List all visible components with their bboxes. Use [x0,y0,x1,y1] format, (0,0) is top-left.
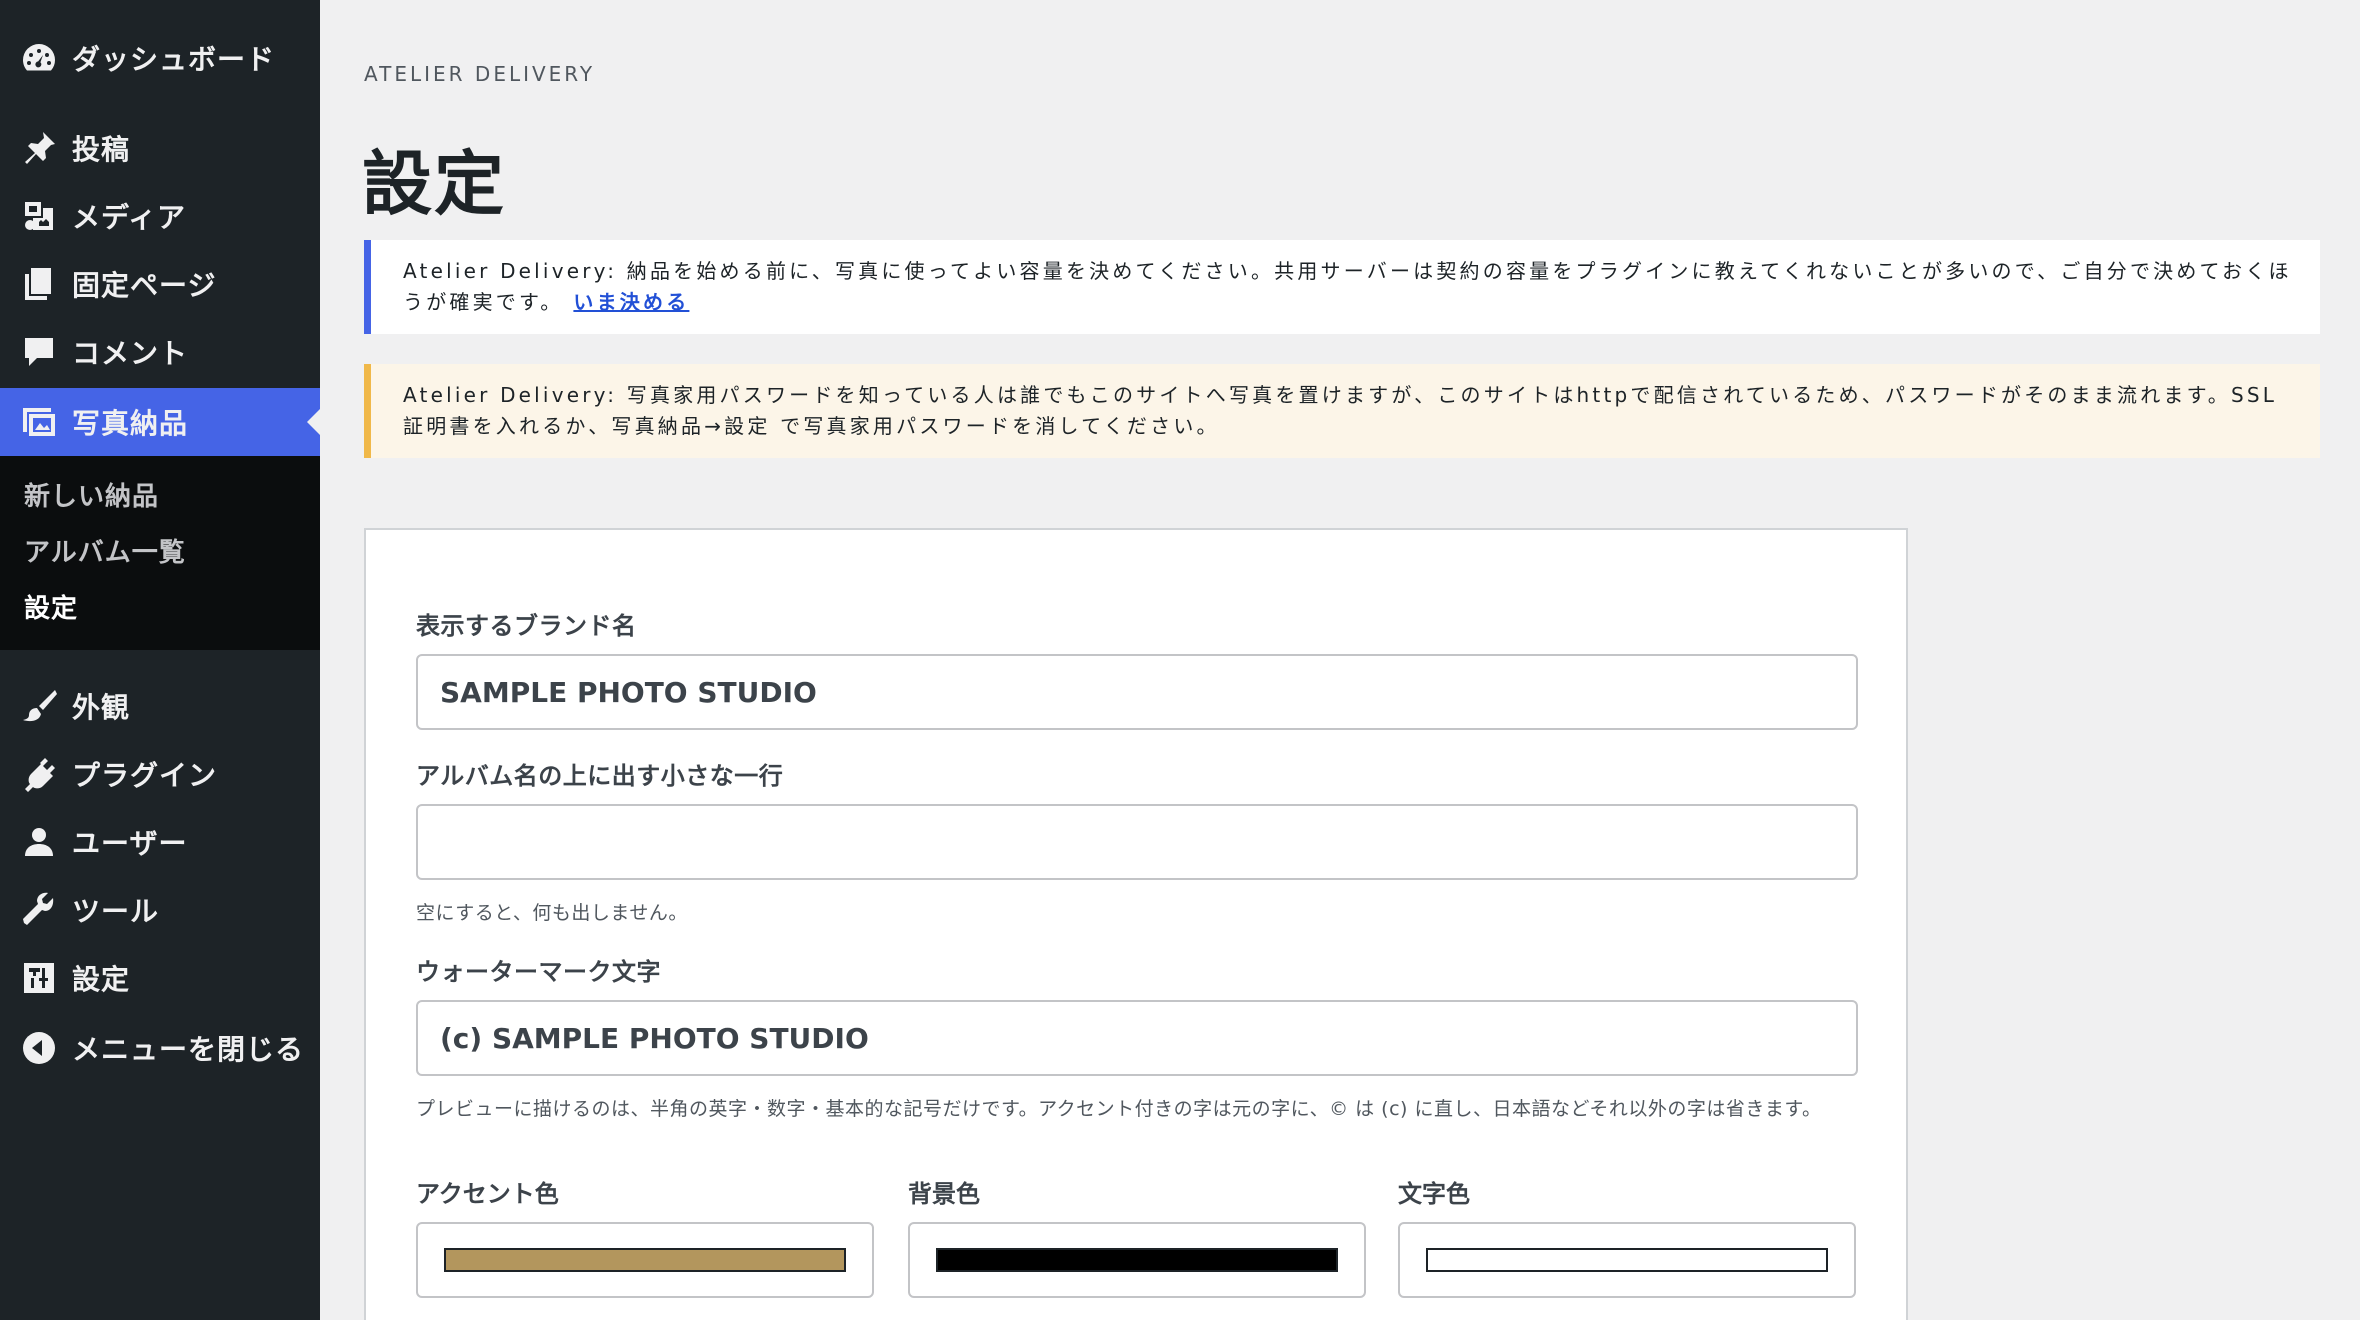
collapse-icon [0,1014,72,1082]
storage-notice: Atelier Delivery: 納品を始める前に、写真に使ってよい容量を決め… [364,240,2320,334]
menu-label: メニューを閉じる [72,1033,305,1066]
menu-item-appearance[interactable]: 外観 [0,672,320,740]
dashboard-icon [0,24,72,92]
menu-label: 投稿 [72,133,131,166]
menu-label: 外観 [72,691,131,724]
tagline-label: アルバム名の上に出す小さな一行 [416,762,784,790]
menu-label: 写真納品 [72,407,189,440]
watermark-label: ウォーターマーク文字 [416,958,661,986]
menu-item-plugins[interactable]: プラグイン [0,740,320,808]
menu-item-dashboard[interactable]: ダッシュボード [0,24,320,92]
security-warning-notice: Atelier Delivery: 写真家用パスワードを知っている人は誰でもこの… [364,364,2320,458]
submenu-item-album-list[interactable]: アルバム一覧 [24,528,186,572]
notice-brand: Atelier Delivery: [403,383,618,407]
menu-label: メディア [72,201,187,234]
notice-brand: Atelier Delivery: [403,259,618,283]
menu-item-pages[interactable]: 固定ページ [0,250,320,318]
menu-item-tools[interactable]: ツール [0,876,320,944]
brand-name-label: 表示するブランド名 [416,612,637,640]
menu-label: 設定 [72,963,131,996]
submenu-item-new-delivery[interactable]: 新しい納品 [24,472,159,516]
accent-color-label: アクセント色 [416,1180,559,1208]
background-color-swatch [936,1248,1338,1272]
tagline-help: 空にすると、何も出しません。 [416,902,688,924]
menu-label: プラグイン [72,759,218,792]
text-color-swatch [1426,1248,1828,1272]
text-color-label: 文字色 [1398,1180,1470,1208]
photo-delivery-icon [0,388,72,456]
settings-card: 表示するブランド名 アルバム名の上に出す小さな一行 空にすると、何も出しません。… [364,528,1908,1320]
accent-color-picker[interactable] [416,1222,874,1298]
background-color-label: 背景色 [908,1180,980,1208]
page-title: 設定 [362,143,506,225]
tagline-input[interactable] [416,804,1858,880]
menu-label: 固定ページ [72,269,217,302]
pin-icon [0,114,72,182]
page-icon [0,250,72,318]
menu-item-photo-delivery[interactable]: 写真納品 [0,388,320,456]
background-color-picker[interactable] [908,1222,1366,1298]
menu-item-posts[interactable]: 投稿 [0,114,320,182]
photo-delivery-submenu: 新しい納品 アルバム一覧 設定 [0,456,320,650]
menu-label: ツール [72,895,160,928]
menu-label: ユーザー [72,827,188,860]
submenu-item-settings[interactable]: 設定 [24,584,78,628]
text-color-picker[interactable] [1398,1222,1856,1298]
media-icon [0,182,72,250]
main-content: ATELIER DELIVERY 設定 Atelier Delivery: 納品… [320,0,2360,1320]
admin-sidebar: ダッシュボード 投稿 メディア 固定ページ コメント 写真納品 新しい納品 アル… [0,0,320,1320]
brand-name-input[interactable] [416,654,1858,730]
comment-icon [0,318,72,386]
watermark-input[interactable] [416,1000,1858,1076]
user-icon [0,808,72,876]
decide-now-link[interactable]: いま決める [573,290,689,314]
menu-label: コメント [72,337,189,370]
notice-text: 写真家用パスワードを知っている人は誰でもこのサイトへ写真を置けますが、このサイト… [403,383,2278,438]
wrench-icon [0,876,72,944]
watermark-help: プレビューに描けるのは、半角の英字・数字・基本的な記号だけです。アクセント付きの… [416,1098,1822,1120]
menu-item-users[interactable]: ユーザー [0,808,320,876]
menu-item-settings[interactable]: 設定 [0,944,320,1012]
menu-item-comments[interactable]: コメント [0,318,320,386]
plug-icon [0,740,72,808]
settings-icon [0,944,72,1012]
menu-item-media[interactable]: メディア [0,182,320,250]
menu-label: ダッシュボード [72,43,276,76]
brush-icon [0,672,72,740]
plugin-eyebrow: ATELIER DELIVERY [364,62,596,86]
accent-color-swatch [444,1248,846,1272]
collapse-menu-button[interactable]: メニューを閉じる [0,1014,320,1082]
